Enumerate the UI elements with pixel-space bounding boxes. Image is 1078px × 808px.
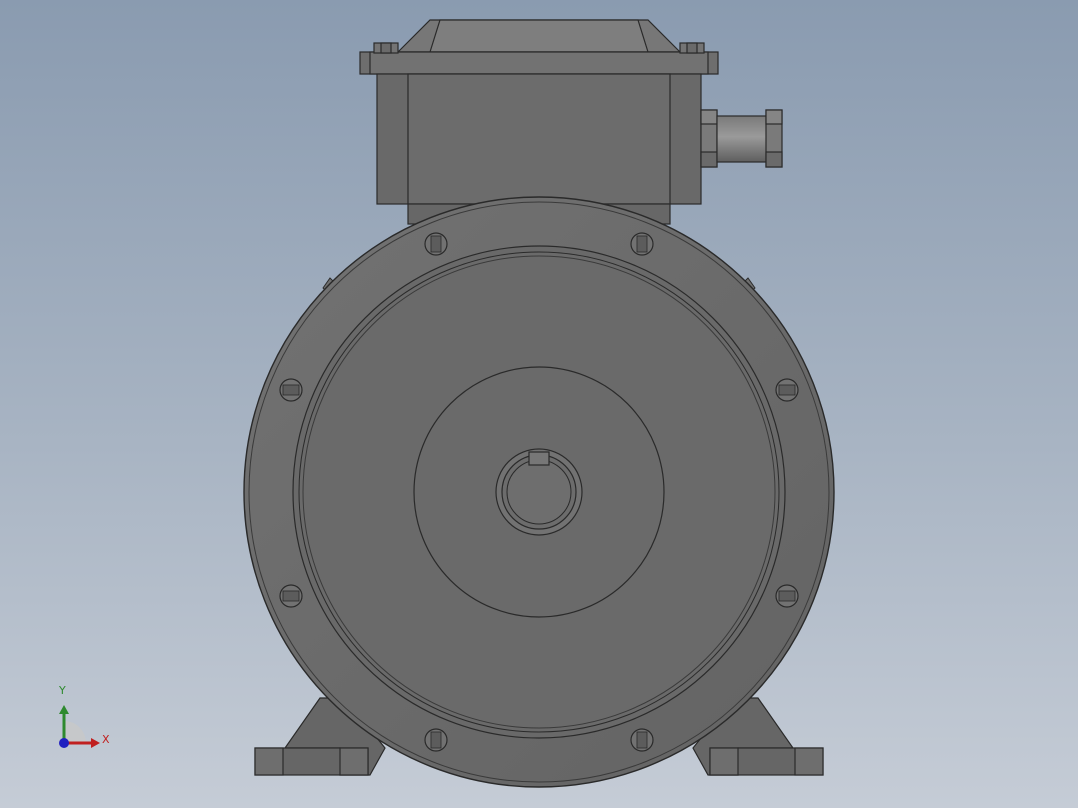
terminal-box-lid	[359, 19, 719, 75]
shaft-key	[528, 451, 550, 466]
shaft-end	[506, 459, 572, 525]
cable-gland	[700, 109, 783, 168]
cad-graphics-viewport[interactable]: Y X	[0, 0, 1078, 808]
bolt-top-left	[424, 232, 448, 256]
motor-model[interactable]	[0, 0, 1078, 808]
triad-x-label: X	[102, 733, 110, 746]
bolt-top-right	[630, 232, 654, 256]
reference-triad[interactable]: Y X	[48, 684, 120, 756]
bolt-bottom-left	[424, 728, 448, 752]
bolt-mid-right-upper	[775, 378, 799, 402]
bolt-mid-left-upper	[279, 378, 303, 402]
bolt-bottom-right	[630, 728, 654, 752]
bolt-mid-left-lower	[279, 584, 303, 608]
bolt-mid-right-lower	[775, 584, 799, 608]
triad-y-label: Y	[59, 684, 66, 697]
